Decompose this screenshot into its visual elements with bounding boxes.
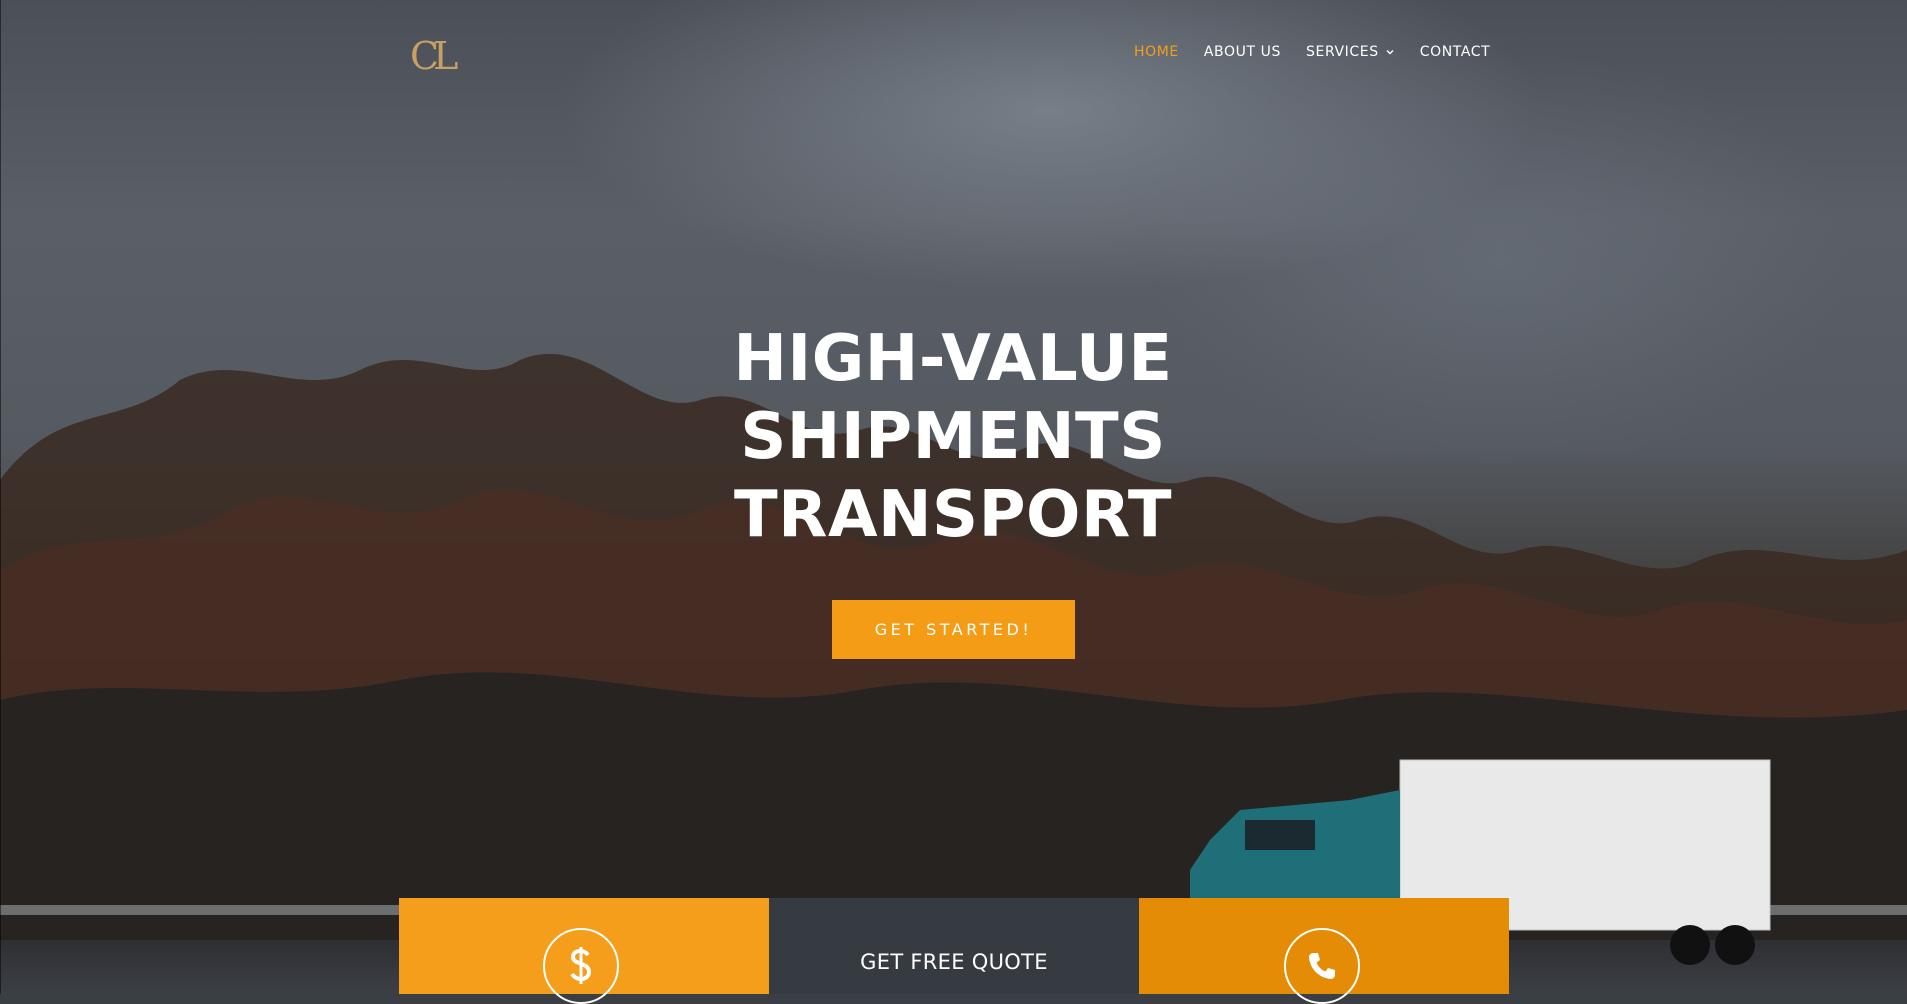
nav-services[interactable]: SERVICES bbox=[1306, 44, 1395, 60]
get-started-button[interactable]: GET STARTED! bbox=[832, 600, 1075, 659]
main-nav: HOME ABOUT US SERVICES CONTACT bbox=[1134, 44, 1515, 60]
phone-icon bbox=[1284, 928, 1360, 1004]
get-free-quote-label: GET FREE QUOTE bbox=[860, 950, 1048, 974]
dollar-icon bbox=[543, 928, 619, 1004]
phone-box[interactable] bbox=[1139, 898, 1509, 1004]
hero-headline: HIGH-VALUE SHIPMENTS TRANSPORT bbox=[553, 320, 1353, 554]
page-edge bbox=[0, 0, 1, 994]
nav-about-us-label: ABOUT US bbox=[1203, 44, 1282, 60]
chevron-down-icon bbox=[1386, 50, 1394, 55]
nav-home[interactable]: HOME bbox=[1134, 44, 1179, 60]
headline-line-1: HIGH-VALUE bbox=[733, 322, 1173, 396]
nav-contact-label: CONTACT bbox=[1419, 44, 1491, 60]
headline-line-3: TRANSPORT bbox=[734, 478, 1172, 552]
free-quote-box[interactable]: GET FREE QUOTE bbox=[769, 898, 1139, 994]
logo-mark: CL bbox=[410, 34, 458, 78]
nav-services-label: SERVICES bbox=[1306, 44, 1379, 60]
feature-boxes: GET FREE QUOTE bbox=[399, 898, 1509, 1004]
nav-about-us[interactable]: ABOUT US bbox=[1204, 44, 1281, 60]
headline-line-2: SHIPMENTS bbox=[740, 400, 1166, 474]
nav-home-label: HOME bbox=[1134, 44, 1179, 60]
pricing-box[interactable] bbox=[399, 898, 769, 1004]
nav-contact[interactable]: CONTACT bbox=[1420, 44, 1491, 60]
logo[interactable]: CL bbox=[410, 30, 470, 78]
